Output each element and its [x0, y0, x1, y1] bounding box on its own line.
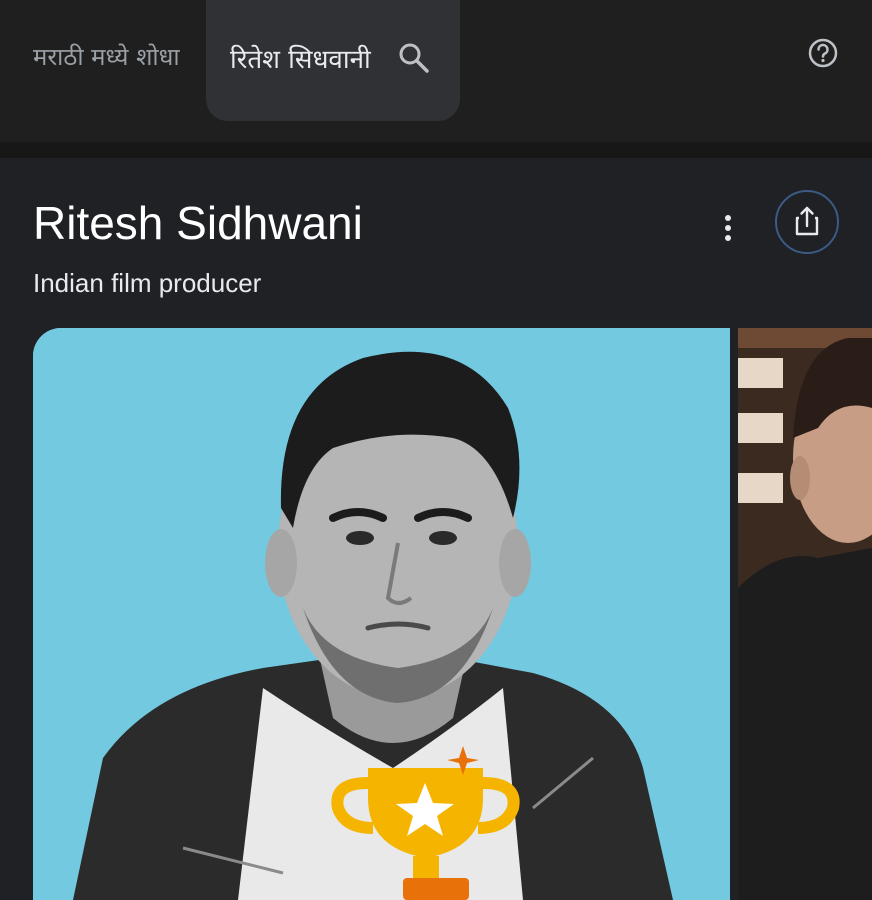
- entity-subtitle: Indian film producer: [33, 268, 262, 298]
- share-icon: [795, 206, 819, 236]
- share-button[interactable]: [775, 190, 839, 254]
- search-query-chip[interactable]: रितेश सिधवानी: [206, 0, 460, 121]
- portrait-photo-2[interactable]: [738, 328, 872, 900]
- search-query-text: रितेश सिधवानी: [230, 45, 371, 75]
- top-bar: मराठी मध्ये शोधा रितेश सिधवानी: [0, 0, 872, 142]
- more-vert-icon[interactable]: [710, 208, 746, 248]
- entity-title: Ritesh Sidhwani: [33, 197, 363, 249]
- language-search-tab[interactable]: मराठी मध्ये शोधा: [33, 40, 180, 73]
- portrait-photo[interactable]: [33, 328, 730, 900]
- section-divider: [0, 142, 872, 158]
- help-circle-icon[interactable]: [806, 36, 840, 70]
- search-icon[interactable]: [396, 40, 432, 76]
- knowledge-panel: Ritesh Sidhwani Indian film producer: [0, 158, 872, 900]
